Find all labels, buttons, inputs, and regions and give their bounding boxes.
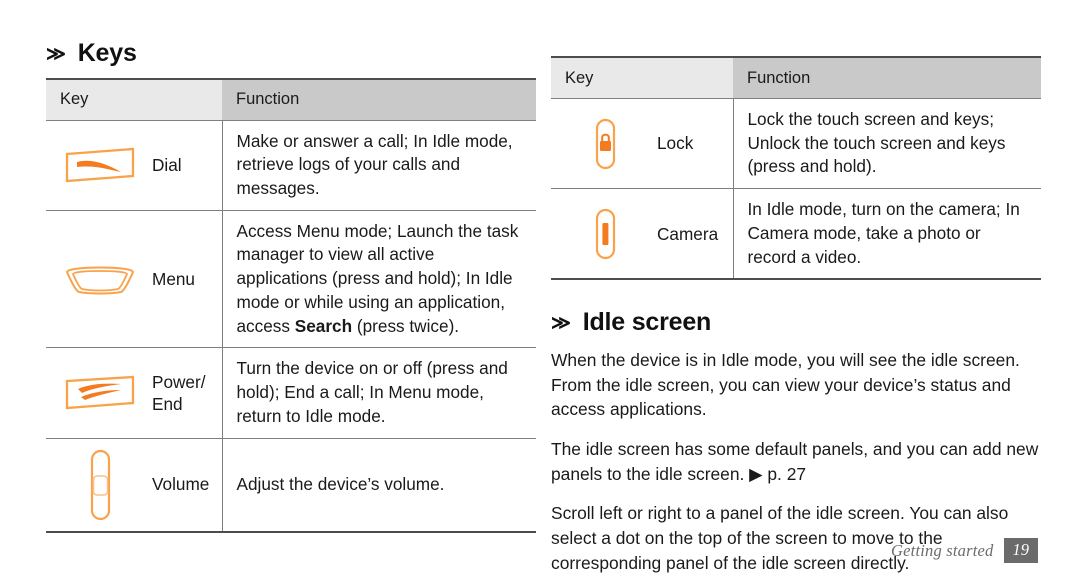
column-header-function: Function (733, 56, 1041, 99)
right-column: Key Function Lock Lock the touch screen … (551, 40, 1041, 576)
function-cell: Access Menu mode; Launch the task manage… (222, 210, 536, 349)
table-row: Camera In Idle mode, turn on the camera;… (551, 188, 1041, 281)
column-header-key: Key (551, 56, 733, 99)
idle-screen-section-heading: ≫ Idle screen (551, 309, 1041, 337)
keys-table-right: Key Function Lock Lock the touch screen … (551, 56, 1041, 281)
key-cell: Camera (551, 188, 734, 281)
keys-heading-text: Keys (77, 39, 137, 67)
footer-page-number: 19 (1003, 538, 1038, 563)
key-label: Menu (152, 268, 195, 289)
function-text-emphasis: Search (294, 315, 353, 336)
function-text-part: (press twice). (352, 315, 460, 336)
key-cell: Power/ End (46, 347, 223, 439)
table-row: Volume Adjust the device’s volume. (46, 438, 536, 533)
footer-chapter-label: Getting started (891, 540, 994, 560)
function-text: Turn the device on or off (press and hol… (236, 358, 508, 426)
menu-key-icon (52, 259, 148, 299)
keys-section-heading: ≫ Keys (46, 39, 536, 68)
key-label: Lock (657, 133, 694, 154)
key-cell: Lock (551, 98, 734, 190)
double-chevron-icon: ≫ (551, 313, 571, 335)
key-label: Power/ End (152, 371, 206, 414)
idle-screen-paragraph-1: When the device is in Idle mode, you wil… (551, 349, 1020, 420)
power-end-key-icon (52, 373, 148, 413)
volume-key-icon (52, 448, 148, 522)
table-row: Dial Make or answer a call; In Idle mode… (46, 120, 536, 211)
dial-key-icon (52, 145, 148, 185)
table-row: Power/ End Turn the device on or off (pr… (46, 347, 536, 439)
key-label: Volume (152, 474, 210, 495)
key-label: Camera (657, 223, 719, 244)
idle-screen-paragraph-2: The idle screen has some default panels,… (551, 439, 1039, 484)
manual-page: ≫ Keys Key Function Dial Make or answer … (0, 0, 1080, 586)
function-text: Adjust the device’s volume. (236, 473, 445, 494)
function-cell: Adjust the device’s volume. (222, 438, 536, 533)
function-cell: Make or answer a call; In Idle mode, ret… (222, 120, 536, 211)
key-cell: Menu (46, 210, 223, 349)
function-text: In Idle mode, turn on the camera; In Cam… (747, 199, 1020, 267)
key-cell: Dial (46, 120, 223, 211)
function-cell: In Idle mode, turn on the camera; In Cam… (733, 188, 1041, 281)
double-chevron-icon: ≫ (46, 44, 66, 65)
table-row: Menu Access Menu mode; Launch the task m… (46, 210, 536, 349)
table-header-row: Key Function (551, 56, 1041, 99)
lock-key-icon (557, 116, 653, 172)
camera-key-icon (557, 206, 653, 262)
function-text: Make or answer a call; In Idle mode, ret… (236, 130, 513, 198)
key-cell: Volume (46, 438, 223, 533)
table-header-row: Key Function (46, 77, 536, 121)
function-cell: Turn the device on or off (press and hol… (222, 347, 536, 439)
idle-screen-heading-text: Idle screen (582, 308, 712, 337)
page-footer: Getting started 19 (891, 538, 1038, 563)
column-header-key: Key (46, 77, 222, 121)
function-cell: Lock the touch screen and keys; Unlock t… (733, 98, 1041, 190)
function-text: Lock the touch screen and keys; Unlock t… (747, 109, 1006, 177)
keys-table-left: Key Function Dial Make or answer a call;… (46, 77, 536, 533)
column-header-function: Function (222, 77, 536, 121)
key-label: Dial (152, 154, 182, 175)
table-row: Lock Lock the touch screen and keys; Unl… (551, 98, 1041, 190)
left-column: ≫ Keys Key Function Dial Make or answer … (46, 39, 536, 533)
